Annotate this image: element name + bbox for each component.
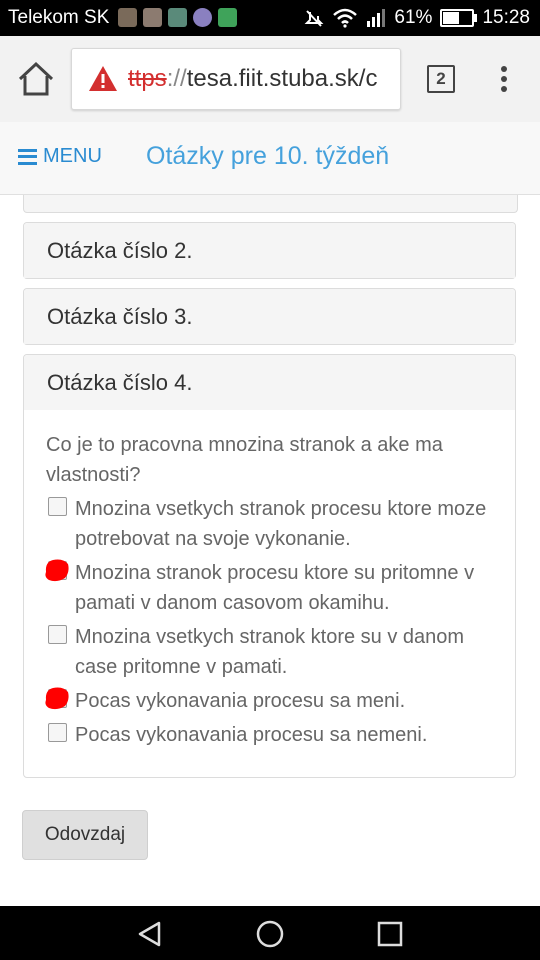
browser-toolbar: ttps://tesa.fiit.stuba.sk/c 2: [0, 36, 540, 122]
messenger-icon: [193, 8, 212, 27]
clock: 15:28: [482, 7, 530, 28]
navigation-bar: [0, 906, 540, 960]
overflow-menu-icon[interactable]: [498, 66, 510, 96]
answer-checkbox[interactable]: [48, 497, 67, 516]
answer-label: Mnozina vsetkych stranok ktore su v dano…: [75, 626, 465, 678]
answer-option[interactable]: Mnozina vsetkych stranok procesu ktore m…: [46, 494, 493, 554]
answer-option[interactable]: Mnozina stranok procesu ktore su pritomn…: [45, 558, 493, 618]
answer-label: Pocas vykonavania procesu sa meni.: [75, 690, 406, 712]
gallery-icon: [168, 8, 187, 27]
battery-percent: 61%: [394, 7, 433, 28]
menu-label: MENU: [43, 145, 102, 167]
answer-option[interactable]: Pocas vykonavania procesu sa meni.: [45, 686, 493, 716]
page-title: Otázky pre 10. týždeň: [146, 142, 390, 170]
site-header: MENU Otázky pre 10. týždeň: [0, 122, 540, 195]
address-bar[interactable]: ttps://tesa.fiit.stuba.sk/c: [71, 48, 401, 110]
home-icon[interactable]: [14, 59, 58, 99]
answer-label: Mnozina stranok procesu ktore su pritomn…: [75, 562, 475, 614]
home-circle-icon[interactable]: [256, 920, 284, 948]
contact-photo-icon: [143, 8, 162, 27]
url-host: tesa.fiit.stuba.sk/c: [186, 65, 378, 92]
back-icon[interactable]: [136, 920, 164, 948]
wifi-icon: [333, 8, 358, 28]
answer-option[interactable]: Mnozina vsetkych stranok ktore su v dano…: [46, 622, 493, 682]
answer-options: Mnozina vsetkych stranok procesu ktore m…: [45, 494, 493, 750]
contact-photo-icon: [118, 8, 137, 27]
recent-apps-icon[interactable]: [376, 920, 404, 948]
menu-button[interactable]: MENU: [18, 145, 102, 168]
status-bar: Telekom SK 61% 15:28: [0, 0, 540, 36]
url-scheme: ttps: [128, 65, 167, 92]
question-heading[interactable]: Otázka číslo 2.: [24, 223, 515, 278]
answer-label: Mnozina vsetkych stranok procesu ktore m…: [75, 498, 487, 550]
answer-option[interactable]: Pocas vykonavania procesu sa nemeni.: [46, 720, 493, 750]
question-body: Co je to pracovna mnozina stranok a ake …: [24, 410, 515, 750]
question-panel-4: Otázka číslo 4. Co je to pracovna mnozin…: [23, 354, 516, 778]
battery-icon: [440, 9, 478, 27]
checked-mark-icon: [45, 687, 69, 710]
url-text: ttps://tesa.fiit.stuba.sk/c: [128, 65, 377, 93]
question-heading[interactable]: Otázka číslo 4.: [24, 355, 515, 410]
warning-icon[interactable]: [88, 65, 118, 93]
submit-button[interactable]: Odovzdaj: [22, 810, 148, 860]
question-text: Co je to pracovna mnozina stranok a ake …: [46, 434, 443, 486]
answer-checkbox[interactable]: [48, 625, 67, 644]
app-notification-icon: [218, 8, 237, 27]
question-heading[interactable]: Otázka číslo 3.: [24, 289, 515, 344]
question-panel-2[interactable]: Otázka číslo 2.: [23, 222, 516, 279]
checked-mark-icon: [45, 559, 69, 582]
question-panel-1-bottom: [23, 195, 518, 213]
question-panel-3[interactable]: Otázka číslo 3.: [23, 288, 516, 345]
mute-icon: [305, 10, 324, 27]
answer-checkbox[interactable]: [48, 723, 67, 742]
answer-label: Pocas vykonavania procesu sa nemeni.: [75, 724, 428, 746]
url-separator: ://: [166, 65, 187, 92]
carrier-name: Telekom SK: [8, 7, 110, 28]
notification-icons: [118, 8, 237, 27]
signal-icon: [367, 9, 386, 27]
tab-switcher-button[interactable]: 2: [427, 65, 455, 93]
hamburger-icon: [18, 148, 37, 165]
